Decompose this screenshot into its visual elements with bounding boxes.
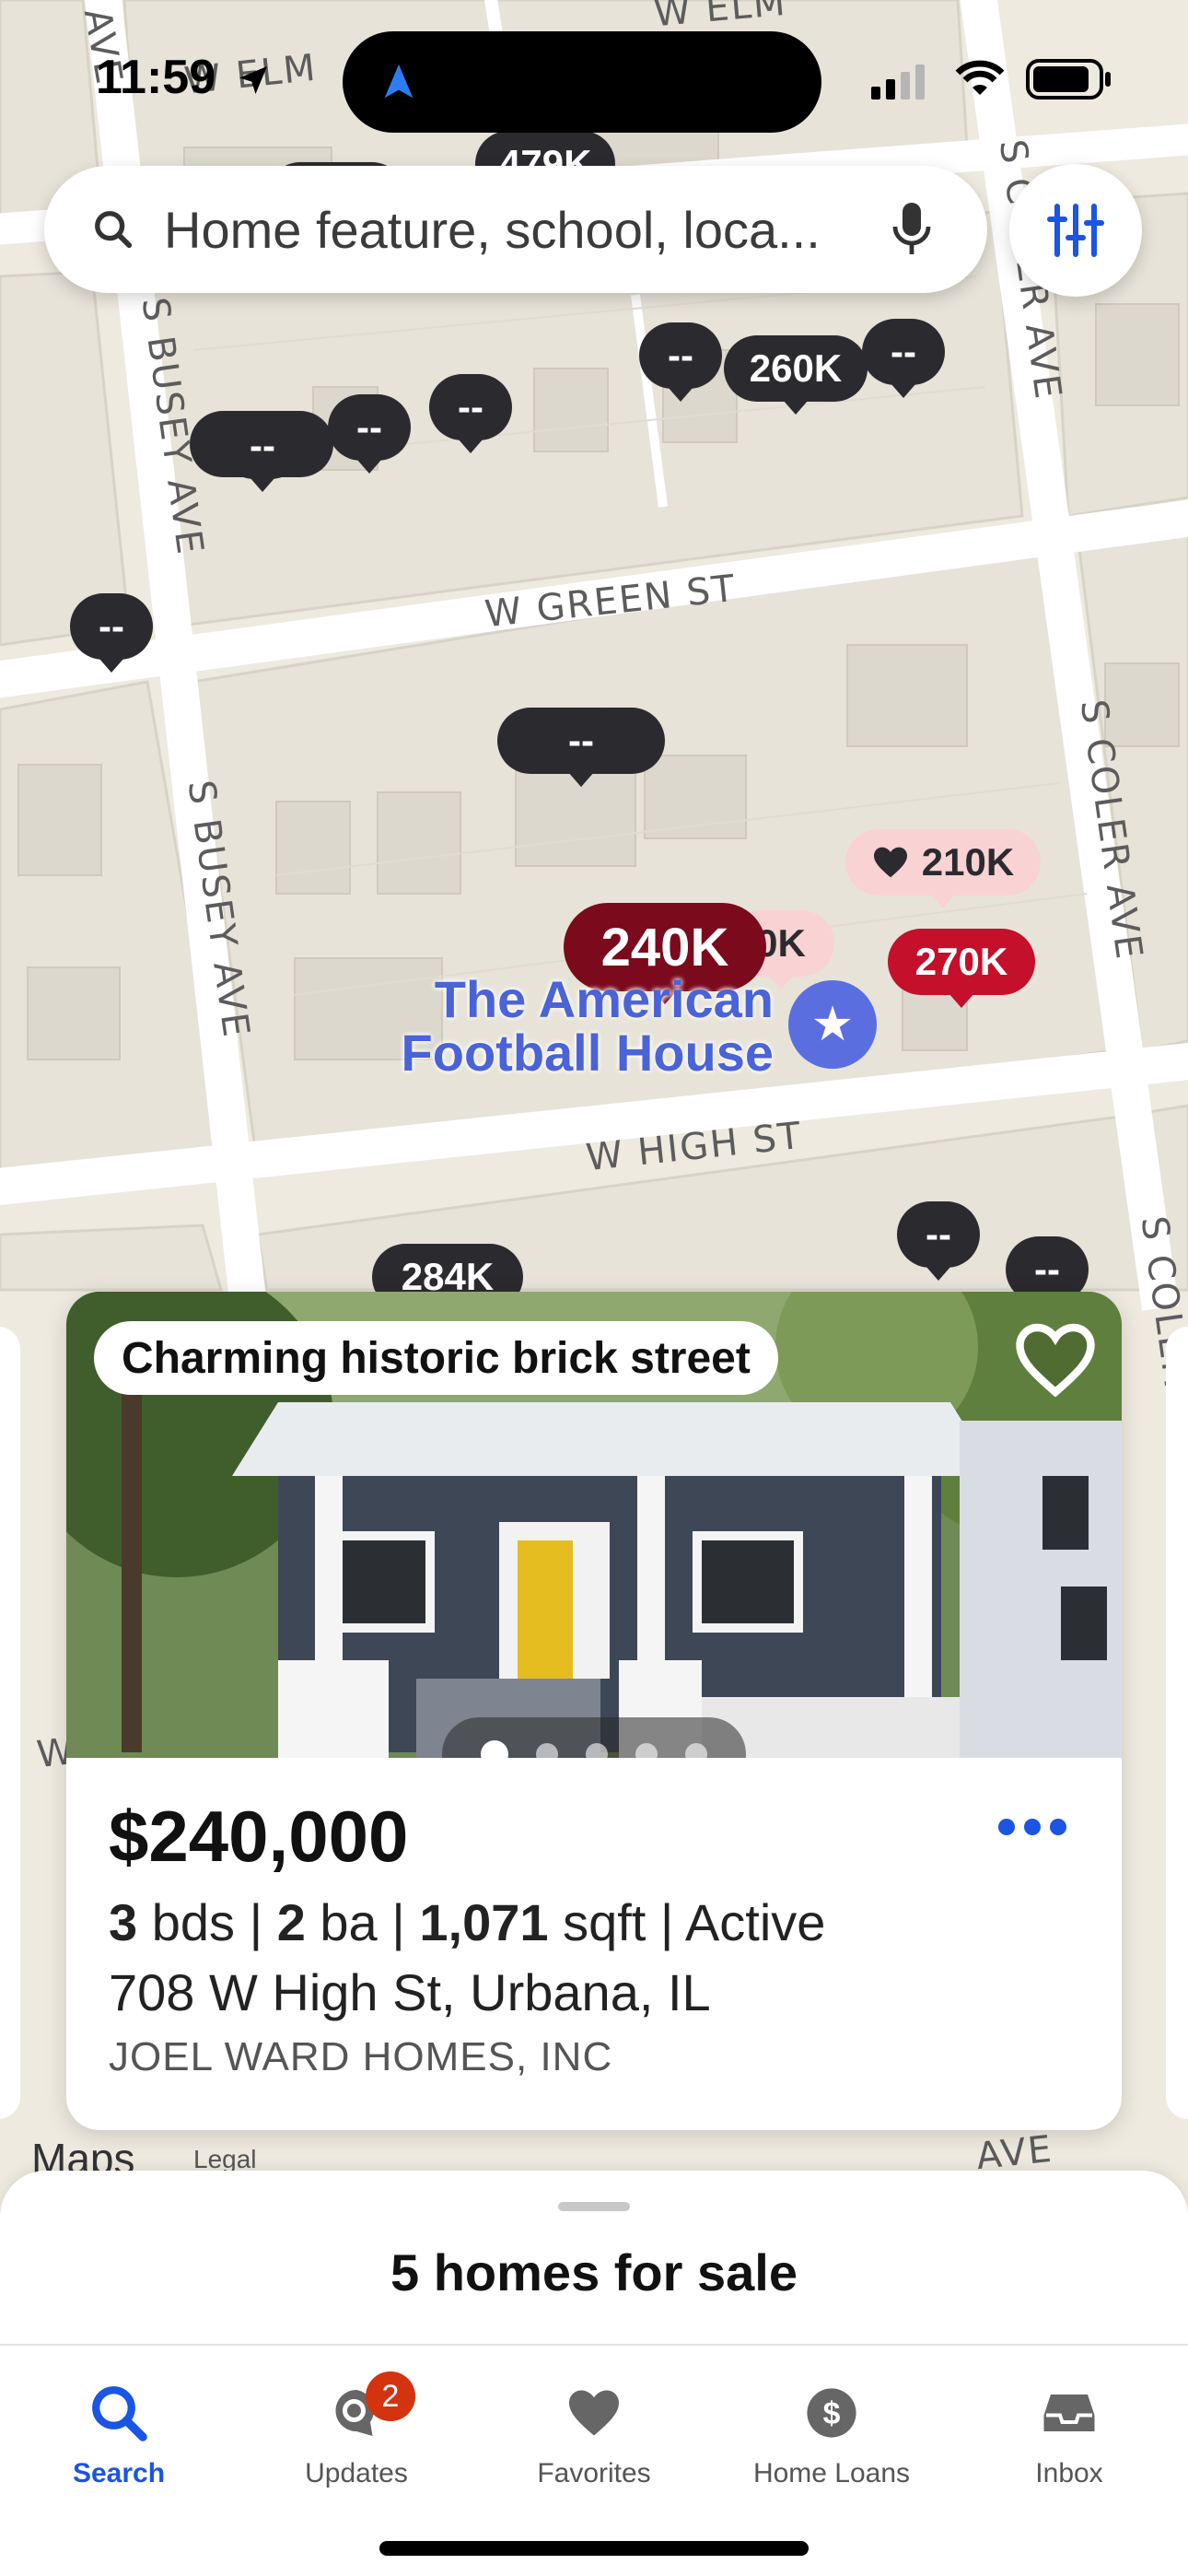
- listing-specs: 3 bds | 2 ba | 1,071 sqft | Active: [109, 1893, 826, 1951]
- clock: 11:59: [96, 51, 216, 104]
- results-sheet[interactable]: 5 homes for sale Search 2 Updates Favori…: [0, 2171, 1188, 2576]
- search-icon: [82, 2381, 156, 2445]
- adjacent-listing-card[interactable]: [1166, 1327, 1188, 2119]
- price-pin[interactable]: --: [70, 593, 153, 673]
- tab-home-loans[interactable]: $ Home Loans: [713, 2346, 950, 2502]
- listing-status: Active: [684, 1893, 826, 1951]
- tab-label: Inbox: [1035, 2458, 1103, 2488]
- tab-updates[interactable]: 2 Updates: [238, 2346, 475, 2502]
- listing-broker: JOEL WARD HOMES, INC: [109, 2034, 613, 2079]
- status-time: 11:59: [96, 50, 272, 105]
- sqft-unit: sqft: [563, 1893, 646, 1951]
- favorite-price-pin[interactable]: 210K: [845, 829, 1041, 908]
- search-bar[interactable]: Home feature, school, loca...: [44, 166, 987, 293]
- listing-price: $240,000: [109, 1796, 409, 1877]
- location-arrow-icon: [239, 66, 267, 95]
- baths-count: 2: [276, 1893, 306, 1951]
- adjacent-listing-card[interactable]: [0, 1327, 20, 2119]
- tab-bar: Search 2 Updates Favorites $ Home Loans: [0, 2346, 1188, 2502]
- pin-label: 210K: [921, 840, 1015, 884]
- home-indicator[interactable]: [379, 2541, 809, 2556]
- tab-favorites[interactable]: Favorites: [475, 2346, 713, 2502]
- updates-icon: 2: [320, 2371, 415, 2445]
- pager-dot[interactable]: [586, 1743, 608, 1758]
- svg-text:$: $: [823, 2396, 841, 2431]
- poi-label[interactable]: The American Football House: [387, 973, 774, 1080]
- filter-button[interactable]: [1009, 164, 1142, 297]
- heart-icon: [557, 2381, 631, 2445]
- poi-name-line2: Football House: [401, 1024, 774, 1082]
- sqft-value: 1,071: [419, 1893, 549, 1951]
- pager-dot[interactable]: [536, 1743, 558, 1758]
- pager-dot[interactable]: [481, 1740, 508, 1758]
- listing-tagline: Charming historic brick street: [94, 1321, 778, 1395]
- heart-outline-icon: [1016, 1323, 1095, 1398]
- tab-label: Updates: [305, 2458, 408, 2488]
- beds-count: 3: [109, 1893, 138, 1951]
- wifi-icon: [955, 60, 1005, 95]
- tab-inbox[interactable]: Inbox: [950, 2346, 1188, 2502]
- tab-label: Favorites: [537, 2458, 651, 2488]
- dynamic-island: [343, 31, 821, 133]
- more-dot-icon: [1050, 1819, 1066, 1835]
- baths-unit: ba: [320, 1893, 378, 1951]
- filter-sliders-icon: [1047, 204, 1104, 257]
- price-pin[interactable]: --: [328, 394, 411, 474]
- updates-badge: 2: [366, 2371, 415, 2421]
- price-pin[interactable]: 270K: [888, 929, 1035, 1008]
- more-options-button[interactable]: [998, 1819, 1066, 1835]
- microphone-icon[interactable]: [891, 201, 932, 256]
- battery-icon: [1026, 59, 1111, 100]
- inbox-icon: [1032, 2381, 1106, 2445]
- listing-address: 708 W High St, Urbana, IL: [109, 1963, 711, 2021]
- more-dot-icon: [998, 1819, 1015, 1835]
- sheet-grabber[interactable]: [558, 2202, 630, 2211]
- price-pin[interactable]: --: [221, 413, 304, 492]
- search-input[interactable]: Home feature, school, loca...: [164, 200, 821, 260]
- dollar-icon: $: [795, 2381, 868, 2445]
- results-count: 5 homes for sale: [390, 2243, 798, 2301]
- pager-dot[interactable]: [635, 1743, 658, 1758]
- cellular-signal-icon: [871, 64, 925, 100]
- favorite-button[interactable]: [1007, 1312, 1103, 1408]
- navigation-icon: [384, 64, 413, 99]
- tab-search[interactable]: Search: [0, 2346, 238, 2502]
- search-icon: [95, 211, 133, 249]
- heart-icon: [873, 847, 907, 878]
- more-dot-icon: [1024, 1819, 1041, 1835]
- tab-label: Home Loans: [752, 2458, 911, 2488]
- price-pin[interactable]: --: [429, 374, 512, 453]
- price-pin[interactable]: --: [897, 1201, 980, 1281]
- price-pin[interactable]: --: [540, 708, 623, 787]
- pager-dot[interactable]: [685, 1743, 707, 1758]
- beds-unit: bds: [151, 1893, 236, 1951]
- listing-photo[interactable]: Charming historic brick street: [66, 1292, 1122, 1758]
- photo-pager[interactable]: [442, 1717, 746, 1758]
- price-pin[interactable]: --: [862, 319, 945, 398]
- price-pin[interactable]: --: [639, 322, 722, 402]
- poi-star-icon[interactable]: ★: [788, 980, 877, 1069]
- poi-name-line1: The American: [434, 970, 774, 1028]
- listing-card[interactable]: Charming historic brick street $240,000 …: [66, 1292, 1122, 2130]
- tab-label: Search: [72, 2458, 166, 2488]
- price-pin[interactable]: 260K: [724, 335, 868, 415]
